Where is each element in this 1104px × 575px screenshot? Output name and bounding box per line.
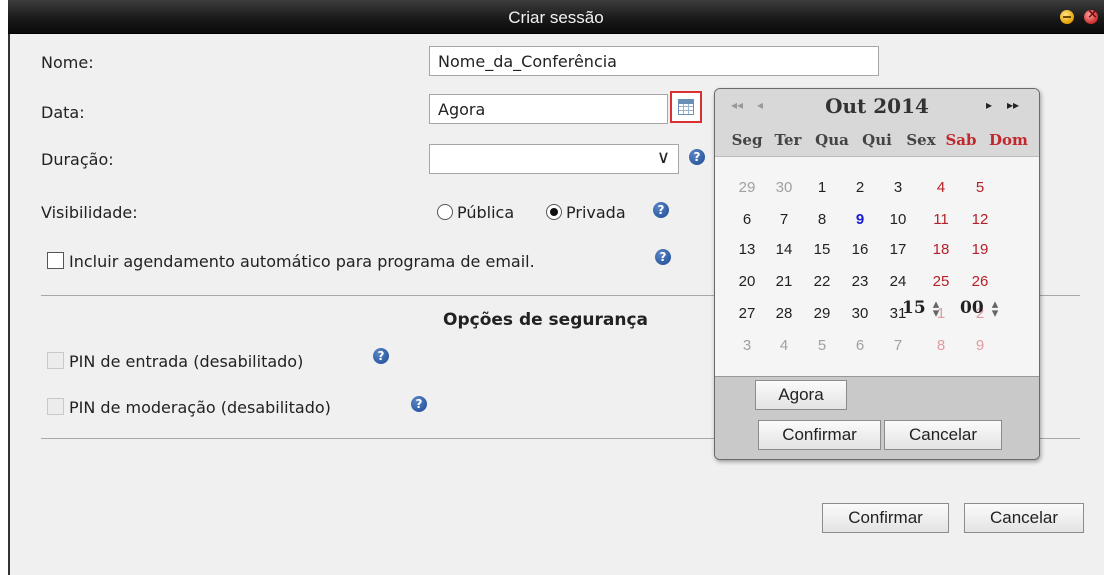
auto-schedule-help-icon[interactable]: ? <box>655 249 671 265</box>
calendar-day[interactable]: 23 <box>845 273 875 290</box>
calendar-day[interactable]: 24 <box>883 273 913 290</box>
calendar-day[interactable]: 8 <box>926 337 956 354</box>
weekday-label: Ter <box>774 131 802 149</box>
weekday-label: Qui <box>862 131 892 149</box>
visibility-public-label: Pública <box>457 203 515 222</box>
minute-spinner-icon[interactable]: ▴ ▾ <box>990 298 1000 320</box>
calendar-day[interactable]: 3 <box>732 337 762 354</box>
window-titlebar: Criar sessão <box>8 0 1104 34</box>
duration-help-icon[interactable]: ? <box>689 149 705 165</box>
calendar-day[interactable]: 29 <box>807 305 837 322</box>
calendar-day[interactable]: 17 <box>883 241 913 258</box>
calendar-day[interactable]: 16 <box>845 241 875 258</box>
name-input[interactable]: Nome_da_Conferência <box>429 46 879 76</box>
calendar-day[interactable]: 14 <box>769 241 799 258</box>
hour-value[interactable]: 15 <box>902 298 926 318</box>
calendar-header: ◂◂ ◂ Out 2014 ▸ ▸▸ <box>715 89 1039 125</box>
calendar-day[interactable]: 13 <box>732 241 762 258</box>
calendar-day[interactable]: 7 <box>883 337 913 354</box>
calendar-day[interactable]: 9 <box>845 211 875 228</box>
calendar-day[interactable]: 1 <box>807 179 837 196</box>
calendar-day[interactable]: 19 <box>965 241 995 258</box>
calendar-day[interactable]: 4 <box>926 179 956 196</box>
duration-label: Duração: <box>41 150 114 169</box>
calendar-cancel-button[interactable]: Cancelar <box>884 420 1002 450</box>
calendar-day[interactable]: 5 <box>965 179 995 196</box>
minute-value[interactable]: 00 <box>960 298 984 318</box>
pin-entry-help-icon[interactable]: ? <box>373 348 389 364</box>
pin-moderation-checkbox <box>47 398 64 415</box>
calendar-day[interactable]: 30 <box>845 305 875 322</box>
visibility-public-radio[interactable] <box>437 204 453 220</box>
calendar-icon <box>678 99 694 115</box>
window-title: Criar sessão <box>508 8 604 27</box>
calendar-day[interactable]: 11 <box>926 211 956 228</box>
minimize-icon[interactable] <box>1060 10 1074 24</box>
chevron-down-icon: ∨ <box>656 147 670 168</box>
visibility-label: Visibilidade: <box>41 203 138 222</box>
calendar-day[interactable]: 15 <box>807 241 837 258</box>
visibility-private-radio[interactable] <box>546 204 562 220</box>
calendar-day[interactable]: 3 <box>883 179 913 196</box>
date-input[interactable]: Agora <box>429 94 668 124</box>
next-year-icon[interactable]: ▸▸ <box>1007 98 1019 112</box>
calendar-day[interactable]: 6 <box>845 337 875 354</box>
calendar-day[interactable]: 27 <box>732 305 762 322</box>
visibility-help-icon[interactable]: ? <box>653 202 669 218</box>
calendar-day[interactable]: 10 <box>883 211 913 228</box>
calendar-day[interactable]: 28 <box>769 305 799 322</box>
calendar-now-button[interactable]: Agora <box>755 380 847 410</box>
name-label: Nome: <box>41 53 94 72</box>
calendar-day[interactable]: 30 <box>769 179 799 196</box>
date-label: Data: <box>41 103 85 122</box>
calendar-day[interactable]: 7 <box>769 211 799 228</box>
calendar-day[interactable]: 6 <box>732 211 762 228</box>
weekday-label: Sex <box>906 131 936 149</box>
calendar-day[interactable]: 2 <box>845 179 875 196</box>
weekday-label: Seg <box>731 131 763 149</box>
pin-moderation-help-icon[interactable]: ? <box>411 396 427 412</box>
security-section-title: Opções de segurança <box>443 310 648 330</box>
calendar-day[interactable]: 8 <box>807 211 837 228</box>
pin-moderation-label: PIN de moderação (desabilitado) <box>69 398 331 417</box>
calendar-day[interactable]: 9 <box>965 337 995 354</box>
calendar-day[interactable]: 5 <box>807 337 837 354</box>
calendar-day[interactable]: 4 <box>769 337 799 354</box>
calendar-day[interactable]: 20 <box>732 273 762 290</box>
calendar-button[interactable] <box>670 91 702 123</box>
calendar-day[interactable]: 12 <box>965 211 995 228</box>
calendar-day[interactable]: 25 <box>926 273 956 290</box>
calendar-confirm-button[interactable]: Confirmar <box>758 420 881 450</box>
pin-entry-label: PIN de entrada (desabilitado) <box>69 352 304 371</box>
close-icon[interactable] <box>1084 7 1098 24</box>
calendar-day[interactable]: 26 <box>965 273 995 290</box>
calendar-day[interactable]: 22 <box>807 273 837 290</box>
confirm-button[interactable]: Confirmar <box>822 503 949 533</box>
calendar-day[interactable]: 29 <box>732 179 762 196</box>
next-month-icon[interactable]: ▸ <box>986 98 992 112</box>
visibility-private-label: Privada <box>566 203 626 222</box>
weekday-label: Sab <box>945 131 977 149</box>
calendar-day[interactable]: 18 <box>926 241 956 258</box>
auto-schedule-label: Incluir agendamento automático para prog… <box>69 252 535 271</box>
pin-entry-checkbox <box>47 352 64 369</box>
cancel-button[interactable]: Cancelar <box>964 503 1084 533</box>
weekday-label: Qua <box>815 131 849 149</box>
calendar-weekdays: Seg Ter Qua Qui Sex Sab Dom <box>715 125 1039 157</box>
hour-spinner-icon[interactable]: ▴ ▾ <box>931 298 941 320</box>
duration-select[interactable]: ∨ <box>429 144 679 174</box>
calendar-day[interactable]: 21 <box>769 273 799 290</box>
weekday-label: Dom <box>989 131 1028 149</box>
auto-schedule-checkbox[interactable] <box>47 252 64 269</box>
